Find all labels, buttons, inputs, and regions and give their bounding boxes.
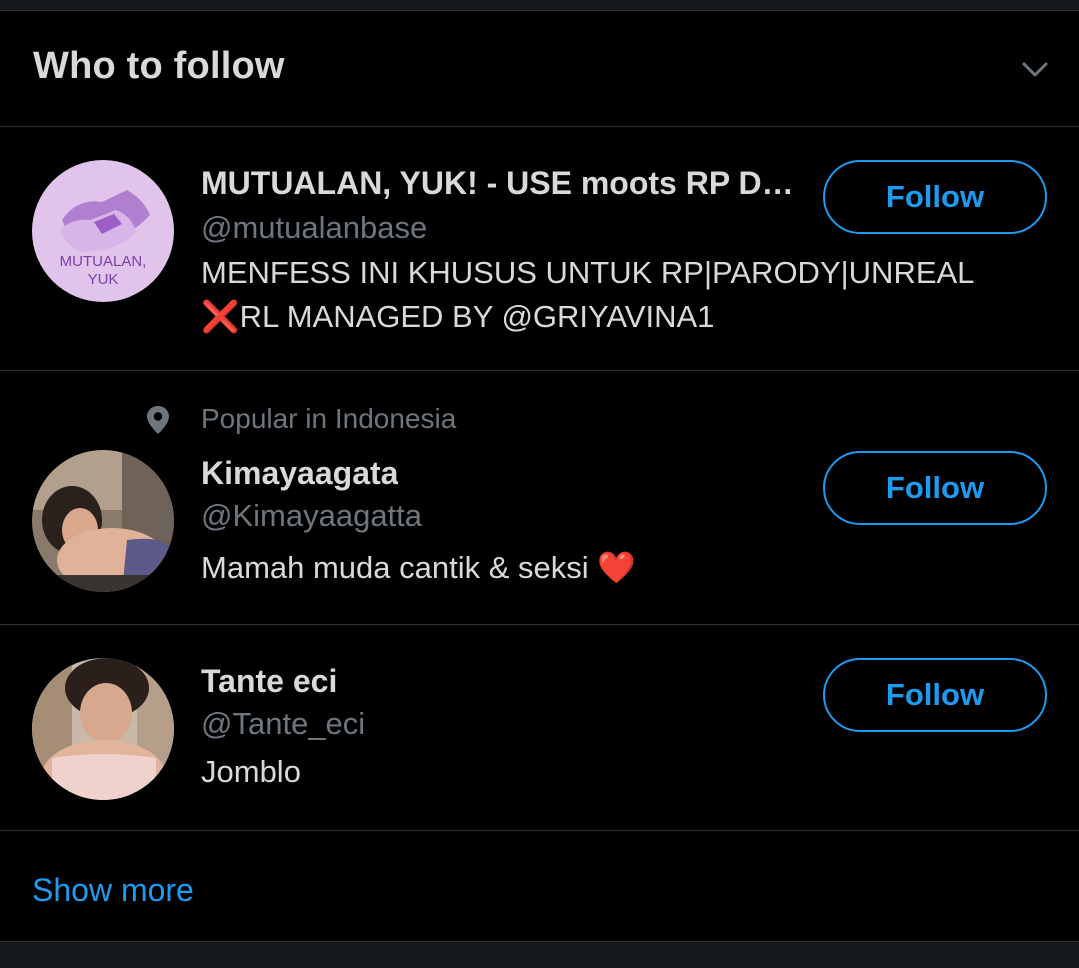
avatar-logo-text-1: MUTUALAN, <box>60 253 147 270</box>
user-display-name[interactable]: Kimayaagata <box>201 455 398 492</box>
user-row-mutualanbase[interactable]: MUTUALAN, YUK MUTUALAN, YUK! - USE moots… <box>0 127 1079 371</box>
avatar[interactable] <box>32 450 174 592</box>
location-pin-icon <box>147 406 169 434</box>
chevron-down-icon[interactable] <box>1017 51 1053 87</box>
user-bio: Mamah muda cantik & seksi ❤️ <box>201 550 636 585</box>
user-bio-line-1: MENFESS INI KHUSUS UNTUK RP|PARODY|UNREA… <box>201 255 975 290</box>
context-label: Popular in Indonesia <box>201 403 457 434</box>
show-more-link[interactable]: Show more <box>32 872 194 909</box>
panel-title: Who to follow <box>33 45 285 87</box>
user-row-kimayaagata[interactable]: Popular in Indonesia Kimayaagata @Kimaya… <box>0 371 1079 625</box>
follow-button[interactable]: Follow <box>823 451 1047 525</box>
avatar[interactable]: MUTUALAN, YUK <box>32 160 174 302</box>
avatar[interactable] <box>32 658 174 800</box>
follow-button[interactable]: Follow <box>823 160 1047 234</box>
user-handle[interactable]: @mutualanbase <box>201 210 427 246</box>
user-handle[interactable]: @Tante_eci <box>201 706 365 742</box>
user-bio: Jomblo <box>201 754 301 789</box>
user-display-name[interactable]: MUTUALAN, YUK! - USE moots RP DOAN... <box>201 165 816 202</box>
follow-button[interactable]: Follow <box>823 658 1047 732</box>
user-handle[interactable]: @Kimayaagatta <box>201 498 422 534</box>
who-to-follow-panel: Who to follow MUTUALAN, YUK MUTUALAN, YU… <box>0 10 1079 942</box>
avatar-logo-text-2: YUK <box>88 271 119 288</box>
user-display-name[interactable]: Tante eci <box>201 663 337 700</box>
panel-header: Who to follow <box>0 11 1079 127</box>
user-row-tante-eci[interactable]: Tante eci @Tante_eci Jomblo Follow <box>0 625 1079 831</box>
user-bio-line-2: ❌RL MANAGED BY @GRIYAVINA1 <box>201 299 715 334</box>
panel-footer: Show more <box>0 831 1079 941</box>
